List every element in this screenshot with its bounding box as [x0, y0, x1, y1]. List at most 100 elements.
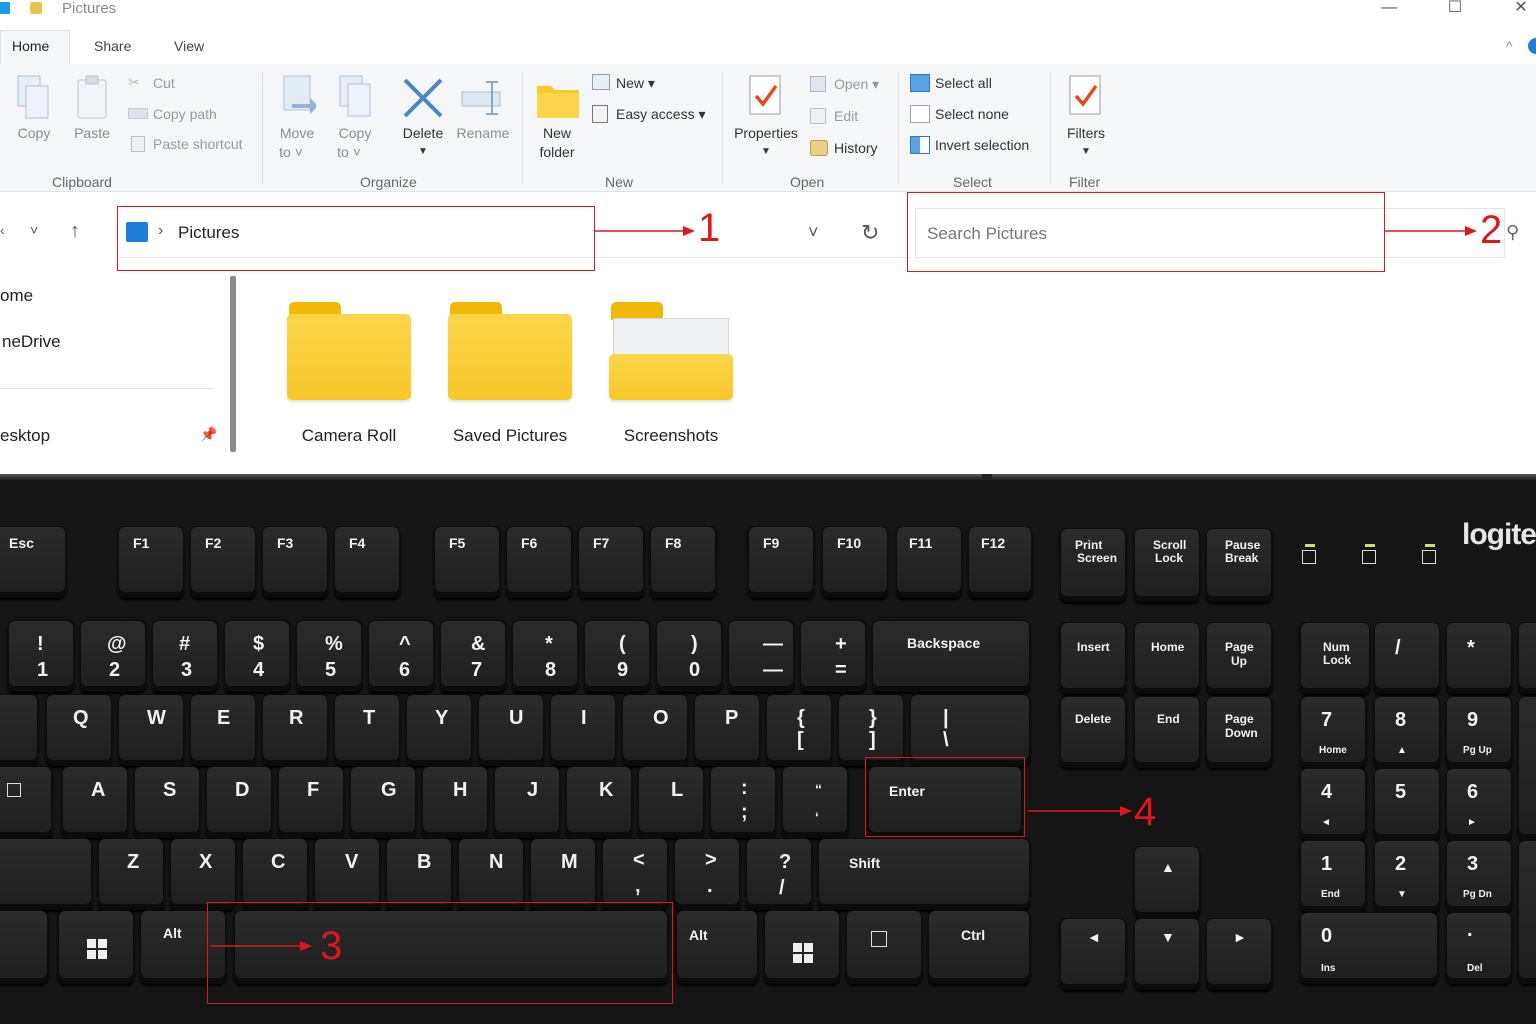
filters-dropdown-icon[interactable]: ▼ — [1058, 142, 1114, 161]
nav-item-home[interactable]: ome — [0, 286, 33, 306]
key-numpad-0[interactable]: 0 Ins — [1300, 912, 1438, 984]
key-caps-lock[interactable] — [0, 766, 52, 838]
folder-camera-roll[interactable] — [287, 302, 411, 402]
key-q[interactable]: Q — [46, 694, 112, 766]
close-button[interactable]: ✕ — [1506, 0, 1536, 18]
key-numpad-enter[interactable] — [1518, 840, 1536, 984]
key-quote[interactable]: “‘ — [782, 766, 848, 838]
key-5[interactable]: % 5 — [296, 620, 362, 692]
key-9[interactable]: (9 — [584, 620, 650, 692]
key-insert[interactable]: Insert — [1060, 622, 1126, 694]
key-backslash[interactable]: | \ — [910, 694, 1030, 766]
key-f7[interactable]: F7 — [578, 526, 644, 598]
key-page-up[interactable]: Page Up — [1206, 622, 1272, 694]
key-o[interactable]: O — [622, 694, 688, 766]
key-4[interactable]: $4 — [224, 620, 290, 692]
key-minus[interactable]: — — — [728, 620, 794, 692]
folder-saved-pictures[interactable] — [448, 302, 572, 402]
key-arrow-down[interactable]: ▼ — [1134, 918, 1200, 990]
key-numpad-8[interactable]: 8 ▲ — [1374, 696, 1440, 768]
key-v[interactable]: V — [314, 838, 380, 910]
key-home[interactable]: Home — [1134, 622, 1200, 694]
key-period[interactable]: >. — [674, 838, 740, 910]
key-numpad-5[interactable]: 5 — [1374, 768, 1440, 840]
key-z[interactable]: Z — [98, 838, 164, 910]
minimize-button[interactable]: — — [1374, 0, 1404, 18]
key-u[interactable]: U — [478, 694, 544, 766]
key-i[interactable]: I — [550, 694, 616, 766]
key-a[interactable]: A — [62, 766, 128, 838]
key-numpad-divide[interactable]: / — [1374, 622, 1440, 694]
filters-button[interactable]: Filters ▼ — [1058, 72, 1114, 168]
tab-share[interactable]: Share — [94, 38, 131, 54]
tab-view[interactable]: View — [174, 38, 204, 54]
key-arrow-right[interactable]: ► — [1206, 918, 1272, 990]
key-d[interactable]: D — [206, 766, 272, 838]
key-f10[interactable]: F10 — [822, 526, 888, 598]
key-left-ctrl[interactable] — [0, 910, 48, 984]
key-b[interactable]: B — [386, 838, 452, 910]
key-f4[interactable]: F4 — [334, 526, 400, 598]
key-n[interactable]: N — [458, 838, 524, 910]
key-f11[interactable]: F11 — [896, 526, 962, 598]
properties-dropdown-icon[interactable]: ▼ — [728, 142, 804, 161]
key-arrow-up[interactable]: ▲ — [1134, 846, 1200, 918]
key-numpad-minus[interactable] — [1518, 622, 1536, 694]
key-f6[interactable]: F6 — [506, 526, 572, 598]
collapse-ribbon-icon[interactable]: ^ — [1506, 38, 1513, 54]
copy-to-button[interactable]: Copy to ˅ — [330, 72, 380, 168]
key-print-screen[interactable]: Print Screen — [1060, 528, 1126, 602]
nav-item-onedrive[interactable]: neDrive — [2, 332, 61, 352]
key-1[interactable]: ! 1 — [8, 620, 74, 692]
key-w[interactable]: W — [118, 694, 184, 766]
key-numpad-plus[interactable] — [1518, 696, 1536, 840]
key-numpad-decimal[interactable]: . Del — [1446, 912, 1512, 984]
up-arrow-icon[interactable]: ↑ — [70, 220, 80, 243]
maximize-button[interactable]: ☐ — [1440, 0, 1470, 18]
new-folder-button[interactable]: New folder — [532, 72, 582, 168]
nav-scrollbar[interactable] — [230, 276, 236, 452]
delete-dropdown-icon[interactable]: ▼ — [396, 142, 450, 161]
key-numpad-7[interactable]: 7 Home — [1300, 696, 1366, 768]
nav-item-desktop[interactable]: esktop — [0, 426, 50, 446]
key-numpad-multiply[interactable]: * — [1446, 622, 1512, 694]
key-num-lock[interactable]: Num Lock — [1300, 622, 1370, 694]
key-l[interactable]: L — [638, 766, 704, 838]
key-right-windows[interactable] — [764, 910, 840, 984]
key-backspace[interactable]: Backspace — [872, 620, 1030, 692]
help-icon[interactable] — [1528, 38, 1536, 54]
move-to-button[interactable]: Move to ˅ — [272, 72, 322, 168]
key-right-ctrl[interactable]: Ctrl — [928, 910, 1030, 984]
key-numpad-6[interactable]: 6 ► — [1446, 768, 1512, 840]
properties-button[interactable]: Properties ▼ — [728, 72, 804, 168]
folder-label[interactable]: Saved Pictures — [430, 426, 590, 446]
key-page-down[interactable]: Page Down — [1206, 696, 1272, 768]
key-f2[interactable]: F2 — [190, 526, 256, 598]
key-menu[interactable] — [846, 910, 922, 984]
key-numpad-1[interactable]: 1 End — [1300, 840, 1366, 912]
key-comma[interactable]: <, — [602, 838, 668, 910]
key-7[interactable]: & 7 — [440, 620, 506, 692]
key-tab[interactable] — [0, 694, 38, 766]
key-left-bracket[interactable]: {[ — [766, 694, 832, 766]
key-left-windows[interactable] — [58, 910, 134, 984]
paste-button[interactable]: Paste — [68, 72, 116, 158]
key-3[interactable]: #3 — [152, 620, 218, 692]
copy-button[interactable]: Copy — [10, 72, 58, 158]
key-2[interactable]: @2 — [80, 620, 146, 692]
key-equals[interactable]: + = — [800, 620, 866, 692]
key-numpad-9[interactable]: 9 Pg Up — [1446, 696, 1512, 768]
folder-label[interactable]: Camera Roll — [269, 426, 429, 446]
key-y[interactable]: Y — [406, 694, 472, 766]
key-f8[interactable]: F8 — [650, 526, 716, 598]
key-right-alt[interactable]: Alt — [676, 910, 758, 984]
key-arrow-left[interactable]: ◄ — [1060, 918, 1126, 990]
pin-icon[interactable]: 📌 — [200, 426, 217, 443]
key-numpad-3[interactable]: 3 Pg Dn — [1446, 840, 1512, 912]
key-numpad-2[interactable]: 2 ▼ — [1374, 840, 1440, 912]
key-6[interactable]: ^ 6 — [368, 620, 434, 692]
key-f5[interactable]: F5 — [434, 526, 500, 598]
search-icon[interactable]: ⚲ — [1506, 222, 1519, 243]
key-left-shift[interactable] — [0, 838, 92, 910]
key-right-bracket[interactable]: }] — [838, 694, 904, 766]
